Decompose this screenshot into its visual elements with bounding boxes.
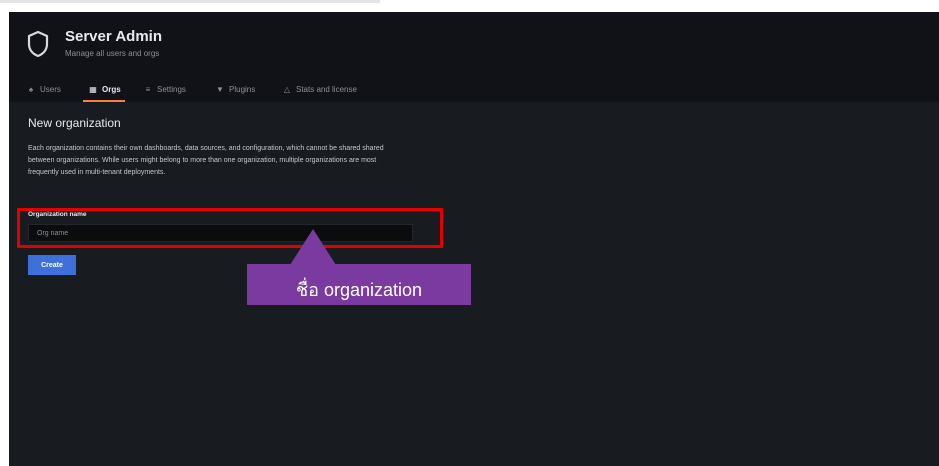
tab-users[interactable]: ♠ Users	[25, 85, 61, 102]
tab-users-label: Users	[40, 85, 61, 94]
top-shadow	[0, 0, 380, 3]
user-icon: ♠	[28, 85, 34, 94]
tab-plugins-label: Plugins	[229, 85, 256, 94]
annotation-callout: ชื่อ organization	[247, 264, 471, 305]
annotation-callout-text: ชื่อ organization	[295, 280, 423, 300]
sliders-icon: ≡	[145, 85, 151, 94]
shield-icon	[27, 30, 49, 58]
tab-orgs[interactable]: ▦ Orgs	[83, 85, 125, 102]
top-margin	[0, 0, 939, 12]
tab-plugins[interactable]: ▼ Plugins	[214, 85, 255, 102]
tab-orgs-label: Orgs	[102, 85, 121, 94]
building-icon: ▦	[89, 85, 97, 94]
tab-stats-label: Stats and license	[296, 85, 357, 94]
callout-pointer	[290, 229, 336, 265]
create-button[interactable]: Create	[28, 255, 76, 275]
page-title: New organization	[28, 116, 121, 130]
plug-icon: ▼	[216, 85, 224, 94]
highlight-box	[17, 208, 443, 248]
tab-settings-label: Settings	[157, 85, 186, 94]
page-header: Server Admin Manage all users and orgs ♠…	[9, 12, 939, 102]
page-header-subtitle: Manage all users and orgs	[65, 49, 160, 58]
app-window: Server Admin Manage all users and orgs ♠…	[9, 12, 939, 466]
page-header-title: Server Admin	[65, 28, 162, 45]
tab-settings[interactable]: ≡ Settings	[142, 85, 186, 102]
page-description: Each organization contains their own das…	[28, 145, 384, 176]
chart-icon: △	[283, 85, 291, 94]
tab-stats-and-license[interactable]: △ Stats and license	[281, 85, 357, 102]
